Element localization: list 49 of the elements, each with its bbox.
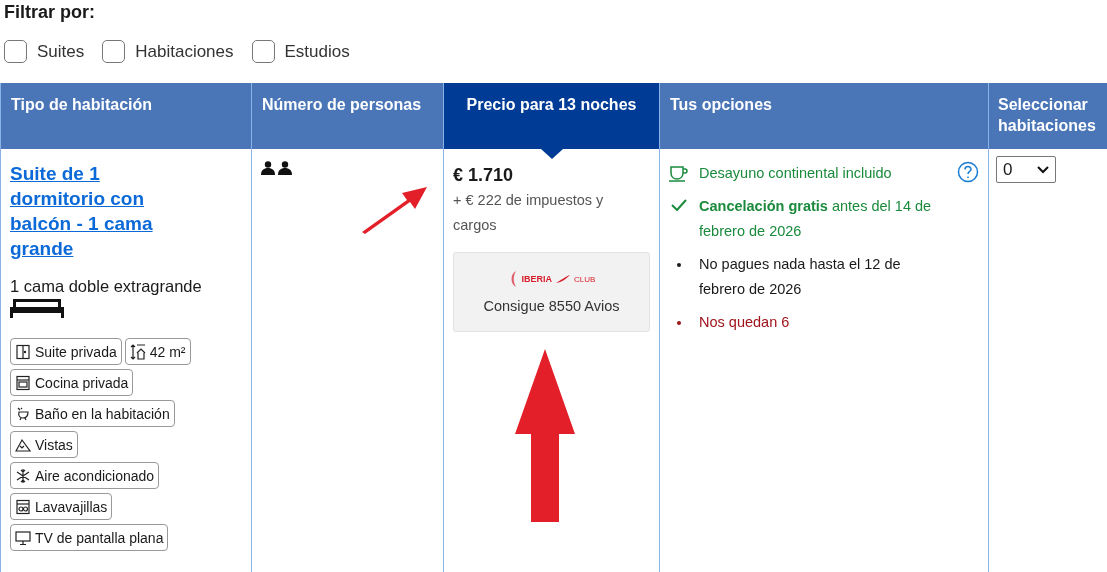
bullet-icon — [677, 263, 681, 267]
checkbox[interactable] — [102, 40, 126, 63]
option-text: Cancelación gratis antes del 14 de febrero de 2026 — [699, 197, 933, 241]
column-header: Tipo de habitación — [0, 83, 252, 149]
bed-icon — [10, 298, 64, 318]
logo-text: CLUB — [574, 274, 596, 284]
loyalty-label: Consigue 8550 Avios — [483, 298, 620, 314]
amenity-tag: Baño en la habitación — [10, 400, 175, 427]
tv-icon — [15, 529, 31, 546]
quantity-select[interactable]: 0 — [996, 156, 1056, 183]
price: € 1.710 — [453, 165, 515, 186]
logo-text: IBERIA — [521, 274, 553, 284]
taxes-note: + € 222 de impuestos y cargos — [453, 191, 605, 235]
caret-icon — [1037, 165, 1049, 174]
bed-description: 1 cama doble extragrande — [10, 277, 203, 296]
option-text: No pagues nada hasta el 12 de febrero de 2026 — [699, 255, 902, 299]
dishwasher-icon — [15, 498, 31, 515]
oven-icon — [15, 374, 31, 391]
filter-title: Filtrar por: — [3, 1, 96, 24]
bathtub-icon — [15, 405, 31, 422]
snowflake-icon — [15, 467, 31, 484]
checkbox[interactable] — [4, 40, 27, 63]
amenity-tag: 42 m² — [124, 338, 191, 365]
logo-icon — [556, 275, 571, 283]
persons-icon — [261, 161, 293, 175]
door-icon — [15, 343, 31, 360]
checkbox-label[interactable]: Suites — [37, 41, 85, 62]
amenity-tag: TV de pantalla plana — [10, 524, 169, 551]
bullet-icon — [677, 321, 681, 325]
column-header: Tus opciones — [659, 83, 989, 149]
cup-icon — [669, 166, 689, 182]
amenity-tag: Suite privada — [10, 338, 122, 365]
column-header: Número de personas — [251, 83, 444, 149]
check-icon — [669, 199, 689, 211]
option-text: Desayuno continental incluido — [699, 164, 892, 183]
arrow-annotation — [362, 187, 427, 234]
amenity-tag: Cocina privada — [10, 369, 134, 396]
checkbox-label[interactable]: Habitaciones — [135, 41, 234, 62]
amenity-tag: Vistas — [10, 431, 78, 458]
amenity-tag: Aire acondicionado — [10, 462, 160, 489]
room-name-link[interactable]: Suite de 1 dormitorio con balcón - 1 cama grande — [10, 161, 200, 261]
checkbox-label[interactable]: Estudios — [284, 41, 350, 62]
checkbox[interactable] — [251, 40, 275, 63]
header-pointer — [540, 149, 563, 159]
amenity-tag: Lavavajillas — [10, 493, 113, 520]
column-header: Seleccionar habitaciones — [988, 83, 1107, 149]
house-arrows-icon — [129, 343, 146, 360]
option-text: Nos quedan 6 — [699, 313, 790, 332]
help-icon[interactable] — [957, 161, 979, 183]
